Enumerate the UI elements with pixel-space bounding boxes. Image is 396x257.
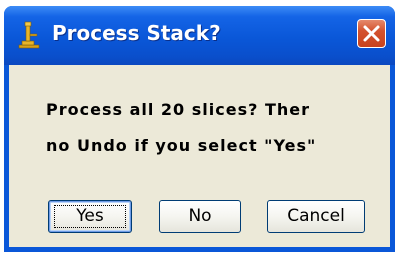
yes-button[interactable]: Yes xyxy=(48,200,132,233)
title-bar[interactable]: Process Stack? xyxy=(4,6,395,65)
microscope-icon xyxy=(17,20,43,50)
message-line-1: Process all 20 slices? Ther xyxy=(46,100,310,119)
close-button[interactable] xyxy=(357,19,386,48)
dialog-body: Process all 20 slices? Ther no Undo if y… xyxy=(9,65,390,247)
no-button[interactable]: No xyxy=(159,200,241,233)
cancel-button[interactable]: Cancel xyxy=(267,200,365,233)
dialog-window: Process Stack? Process all 20 slices? Th… xyxy=(4,6,395,252)
window-title: Process Stack? xyxy=(52,21,221,45)
no-button-label: No xyxy=(188,206,212,226)
cancel-button-label: Cancel xyxy=(287,206,345,226)
message-line-2: no Undo if you select "Yes" xyxy=(46,136,317,155)
yes-button-label: Yes xyxy=(76,206,104,226)
